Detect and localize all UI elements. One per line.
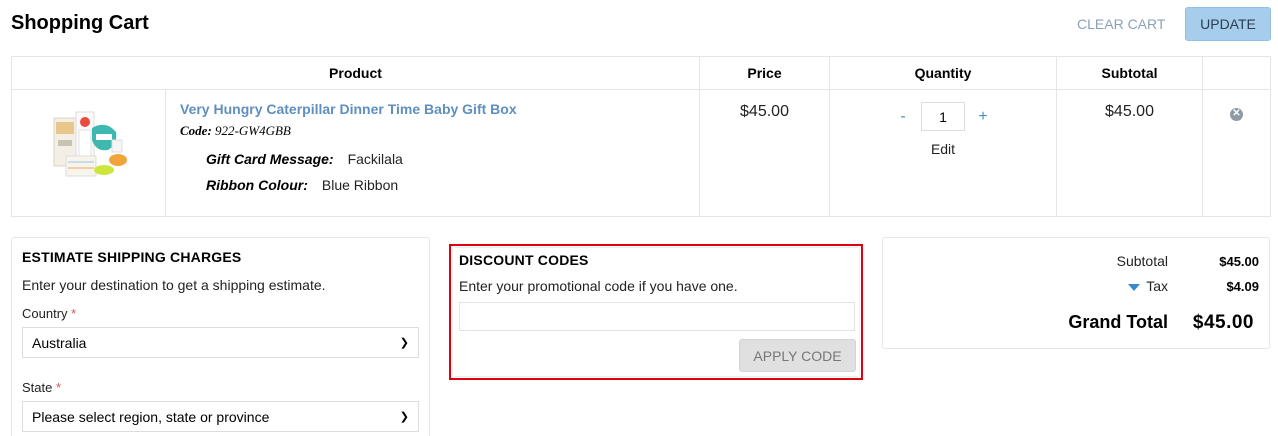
state-select[interactable]: Please select region, state or province … (22, 401, 419, 432)
item-subtotal: $45.00 (1056, 89, 1203, 217)
required-mark: * (71, 306, 77, 321)
product-name-link[interactable]: Very Hungry Caterpillar Dinner Time Baby… (180, 101, 699, 117)
chevron-down-icon: ❯ (399, 337, 409, 349)
estimate-shipping-panel: ESTIMATE SHIPPING CHARGES Enter your des… (11, 237, 430, 436)
option-ribbon-colour: Ribbon Colour: Blue Ribbon (206, 177, 699, 193)
clear-cart-link[interactable]: CLEAR CART (1077, 16, 1165, 32)
tax-label-text: Tax (1146, 278, 1168, 294)
totals-panel: Subtotal $45.00 Tax $4.09 Grand Total $4… (882, 237, 1270, 349)
product-image[interactable] (46, 100, 136, 190)
state-select-value: Please select region, state or province (32, 408, 270, 425)
header-subtotal: Subtotal (1056, 56, 1203, 90)
tax-label: Tax (1128, 278, 1168, 294)
option-gift-card-message: Gift Card Message: Fackilala (206, 151, 699, 167)
product-code-value: 922-GW4GBB (215, 123, 291, 138)
discount-codes-panel: DISCOUNT CODES Enter your promotional co… (452, 247, 860, 377)
state-label: State * (22, 380, 419, 395)
cart-table: Product Price Quantity Subtotal Very Hun… (11, 56, 1271, 217)
option-value: Fackilala (347, 151, 403, 167)
header-remove (1202, 56, 1271, 90)
subtotal-value: $45.00 (1219, 254, 1259, 269)
quantity-input[interactable] (921, 102, 965, 131)
grand-total-value: $45.00 (1192, 312, 1254, 333)
apply-code-button[interactable]: APPLY CODE (739, 339, 856, 372)
shipping-description: Enter your destination to get a shipping… (22, 277, 326, 293)
edit-item-link[interactable]: Edit (830, 141, 1056, 157)
shipping-title: ESTIMATE SHIPPING CHARGES (22, 249, 242, 265)
discount-description: Enter your promotional code if you have … (459, 278, 738, 294)
item-price: $45.00 (699, 89, 830, 217)
remove-cell: ✕ (1202, 89, 1271, 217)
caret-down-icon[interactable] (1128, 283, 1141, 291)
increase-qty-button[interactable]: + (975, 108, 991, 126)
header-price: Price (699, 56, 830, 90)
header-product: Product (11, 56, 700, 90)
country-select-value: Australia (32, 334, 87, 351)
tax-value: $4.09 (1226, 279, 1259, 294)
page-title: Shopping Cart (11, 12, 149, 34)
option-label: Gift Card Message: (206, 151, 334, 167)
state-label-text: State (22, 380, 53, 395)
product-code-label: Code: (180, 123, 212, 138)
subtotal-label: Subtotal (1116, 253, 1168, 269)
header-quantity: Quantity (829, 56, 1057, 90)
cart-header-row: Product Price Quantity Subtotal (11, 56, 1271, 90)
decrease-qty-button[interactable]: - (895, 108, 911, 126)
required-mark: * (55, 380, 62, 395)
quantity-cell: - + Edit (829, 89, 1057, 217)
quantity-stepper: - + (830, 102, 1056, 131)
country-select[interactable]: Australia ❯ (22, 327, 419, 358)
product-image-cell (11, 89, 166, 217)
close-circle-icon[interactable]: ✕ (1230, 107, 1243, 121)
table-row: Very Hungry Caterpillar Dinner Time Baby… (11, 89, 1271, 217)
discount-code-input[interactable] (459, 302, 855, 331)
discount-title: DISCOUNT CODES (459, 252, 589, 268)
grand-total-label: Grand Total (1068, 312, 1168, 332)
product-details-cell: Very Hungry Caterpillar Dinner Time Baby… (165, 89, 700, 217)
update-button[interactable]: UPDATE (1185, 7, 1271, 41)
option-value: Blue Ribbon (321, 177, 399, 193)
product-code: Code: 922-GW4GBB (180, 123, 699, 139)
chevron-down-icon: ❯ (399, 411, 409, 423)
country-label: Country * (22, 306, 419, 321)
country-label-text: Country (22, 306, 68, 321)
option-label: Ribbon Colour: (206, 177, 308, 193)
